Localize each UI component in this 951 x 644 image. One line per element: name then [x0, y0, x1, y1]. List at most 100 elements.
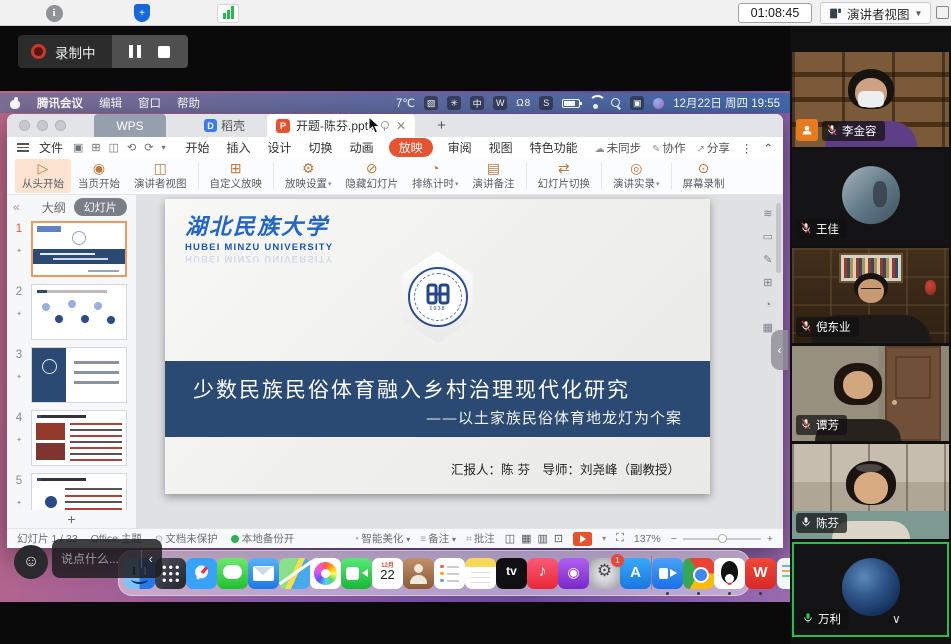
file-menu[interactable]: 文件 [39, 139, 63, 156]
ribbon-tab-插入[interactable]: 插入 [225, 138, 253, 157]
document-tab[interactable]: P 开题-陈芬.pptx ✕ [267, 114, 415, 137]
menubar-menu-1[interactable]: 编辑 [99, 95, 122, 111]
zoom-in-button[interactable]: + [767, 533, 773, 545]
ribbon-tab-审阅[interactable]: 审阅 [446, 138, 474, 157]
zoom-slider[interactable] [683, 538, 761, 540]
screen-record-icon[interactable]: ▨ [424, 96, 438, 110]
dock-facetime-icon[interactable] [341, 558, 372, 589]
collab-button[interactable]: ✎协作 [652, 140, 685, 156]
fit-window-icon[interactable]: ⛶ [616, 532, 624, 545]
dock-reminders-icon[interactable] [434, 558, 465, 589]
more-caret-icon[interactable]: ▾ [161, 143, 165, 152]
control-center-icon[interactable]: ▣ [630, 96, 644, 110]
beautify-button[interactable]: ◔智能美化 ▾ [353, 531, 410, 546]
dock-meeting-icon[interactable] [652, 558, 683, 589]
siri-icon[interactable] [653, 98, 664, 109]
sidebar-collapse-handle[interactable]: ‹ [771, 330, 788, 370]
dock-podcasts-icon[interactable] [558, 558, 589, 589]
dock-chrome-icon[interactable] [683, 558, 714, 589]
menubar-menu-0[interactable]: 腾讯会议 [37, 95, 83, 111]
app-s-icon[interactable]: S [539, 96, 553, 110]
docer-tab[interactable]: D稻壳 [204, 117, 245, 134]
canvas-scrollbar[interactable] [776, 203, 781, 273]
spotlight-search-icon[interactable] [611, 98, 621, 108]
menubar-menu-3[interactable]: 帮助 [177, 95, 200, 111]
ribbon-button-从头开始[interactable]: ▷从头开始 [15, 159, 71, 193]
participant-tile[interactable]: 陈芬 [792, 444, 949, 539]
participant-tile[interactable]: 谭芳 [792, 346, 949, 441]
dock-settings-icon[interactable]: 1 [589, 558, 620, 589]
info-icon[interactable]: i [44, 3, 64, 23]
security-shield-icon[interactable]: + [132, 3, 152, 23]
view-mode-button[interactable]: 演讲者视图 ▼ [820, 2, 931, 24]
ribbon-tab-动画[interactable]: 动画 [348, 138, 376, 157]
dock-maps-icon[interactable] [279, 558, 310, 589]
slide-thumbnail-1[interactable]: 1✦ [7, 221, 136, 277]
ribbon-tab-视图[interactable]: 视图 [487, 138, 515, 157]
dock-notes-icon[interactable] [465, 558, 496, 589]
pin-tab-icon[interactable] [380, 121, 388, 131]
backup-status[interactable]: 本地备份开 [231, 531, 295, 546]
protect-status[interactable]: ⊙文档未保护 [155, 531, 218, 546]
ribbon-button-幻灯片切换[interactable]: ⇄幻灯片切换 [531, 159, 598, 193]
ribbon-tab-设计[interactable]: 设计 [266, 138, 294, 157]
participant-tile[interactable]: 李金容 [792, 52, 949, 147]
add-slide-button[interactable]: + [7, 510, 136, 528]
reading-view-icon[interactable]: ▥ [538, 532, 548, 545]
participant-tile[interactable]: 倪东业 [792, 248, 949, 343]
ribbon-button-演讲实录[interactable]: ◎演讲实录▾ [606, 159, 667, 193]
wps-home-button[interactable]: WPS [94, 114, 166, 137]
collapse-panel-icon[interactable]: « [13, 200, 20, 214]
zoom-percent[interactable]: 137% [634, 533, 661, 545]
notes-button[interactable]: ≡备注 ▾ [420, 531, 456, 546]
slide-thumbnail-2[interactable]: 2✦ [7, 284, 136, 340]
ribbon-tab-放映[interactable]: 放映 [389, 138, 433, 157]
normal-view-icon[interactable]: ◫ [505, 532, 515, 545]
ribbon-button-演讲者视图[interactable]: ◫演讲者视图 [127, 159, 194, 193]
participant-options-chevron[interactable]: ∨ [892, 612, 901, 626]
chat-input[interactable]: 说点什么... ‹ [52, 539, 162, 578]
comments-button[interactable]: ⌗批注 [466, 531, 495, 546]
window-controls[interactable] [19, 120, 66, 131]
dock-contacts-icon[interactable] [403, 558, 434, 589]
dock-photos-icon[interactable] [310, 558, 341, 589]
ribbon-button-隐藏幻灯片[interactable]: ⊘隐藏幻灯片 [339, 159, 406, 193]
ribbon-button-自定义放映[interactable]: ⊞自定义放映 [203, 159, 270, 193]
zoom-out-button[interactable]: − [671, 533, 677, 545]
undo-icon[interactable]: ⟲ [127, 141, 136, 154]
slide-thumbnail-4[interactable]: 4✦ [7, 410, 136, 466]
dock-wps-icon[interactable] [745, 558, 776, 589]
input-method-icon[interactable]: 中 [470, 96, 484, 110]
stop-recording-button[interactable] [158, 46, 170, 58]
quick-access-toolbar[interactable]: ▣ ⊞ ◫ ⟲ ⟳ ▾ [73, 141, 165, 154]
apple-menu-icon[interactable] [10, 97, 21, 109]
hamburger-menu-icon[interactable] [17, 143, 29, 152]
save-icon[interactable]: ▣ [73, 141, 83, 154]
dock-qq-icon[interactable] [714, 558, 745, 589]
participant-tile[interactable]: 王佳 [792, 150, 949, 245]
menubar-datetime[interactable]: 12月22日 周四 19:55 [673, 95, 780, 111]
dock-mail-icon[interactable] [248, 558, 279, 589]
ribbon-button-当页开始[interactable]: ◉当页开始 [71, 159, 127, 193]
record-view-icon[interactable]: ⊡ [554, 532, 563, 545]
helper-icon[interactable]: ✳ [447, 96, 461, 110]
redo-icon[interactable]: ⟳ [144, 141, 153, 154]
outline-tab[interactable]: 大纲 [42, 199, 66, 216]
dock-appstore-icon[interactable] [620, 558, 651, 589]
slide-thumbnail-3[interactable]: 3✦ [7, 347, 136, 403]
ribbon-button-演讲备注[interactable]: ▤演讲备注 [466, 159, 522, 193]
dock-calendar-icon[interactable]: 12月22 [372, 558, 403, 589]
ribbon-button-排练计时[interactable]: ◔排练计时▾ [405, 159, 466, 193]
emoji-button[interactable]: ☺ [14, 545, 48, 579]
ribbon-tab-特色功能[interactable]: 特色功能 [528, 138, 580, 157]
dock-messages-icon[interactable] [217, 558, 248, 589]
canvas-side-tools[interactable]: ≋▭✎⊞◔▦ [763, 207, 773, 334]
close-tab-icon[interactable]: ✕ [396, 119, 406, 133]
dock-safari-icon[interactable] [186, 558, 217, 589]
participant-tile-active-speaker[interactable]: 万利 ∨ [792, 542, 949, 637]
sorter-view-icon[interactable]: ▦ [521, 532, 531, 545]
notification-bell-icon[interactable]: Ω8 [516, 98, 530, 109]
ribbon-button-屏幕录制[interactable]: ⊙屏幕录制 [676, 159, 732, 193]
print-icon[interactable]: ◫ [109, 141, 119, 154]
menubar-menu-2[interactable]: 窗口 [138, 95, 161, 111]
